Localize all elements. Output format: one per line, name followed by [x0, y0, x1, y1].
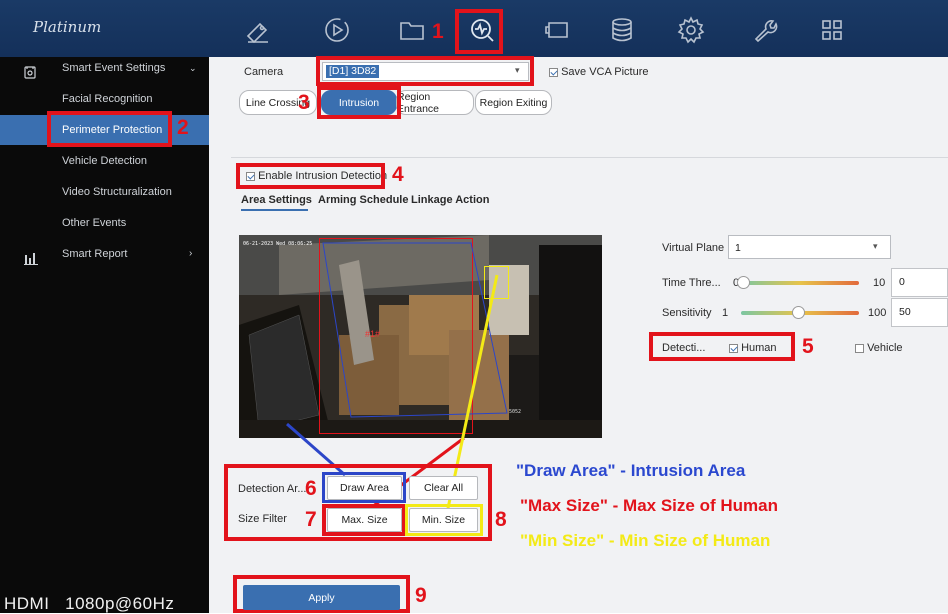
- vehicle-checkbox[interactable]: Vehicle: [855, 342, 903, 354]
- clear-all-button[interactable]: Clear All: [409, 476, 478, 500]
- caption-min-size: "Min Size" - Min Size of Human: [520, 531, 771, 550]
- caption-max-size: "Max Size" - Max Size of Human: [520, 496, 778, 515]
- callout-number-9: 9: [415, 584, 427, 607]
- vehicle-label: Vehicle: [867, 342, 903, 354]
- sensitivity-label: Sensitivity: [662, 307, 712, 319]
- sensitivity-max: 100: [868, 307, 887, 319]
- callout-box-draw-area: [322, 472, 406, 503]
- time-threshold-max: 10: [873, 277, 886, 289]
- callout-number-5: 5: [802, 335, 814, 358]
- checkbox-icon: [855, 343, 864, 353]
- apply-button[interactable]: Apply: [243, 585, 400, 610]
- callout-number-8: 8: [495, 508, 507, 531]
- callout-number-6: 6: [305, 477, 317, 500]
- sensitivity-input[interactable]: 50: [891, 298, 948, 327]
- time-threshold-input[interactable]: 0: [891, 268, 948, 297]
- detection-area-label: Detection Ar...: [238, 483, 307, 495]
- time-threshold-slider-handle[interactable]: [737, 276, 750, 289]
- sensitivity-min: 1: [722, 307, 729, 319]
- caption-draw-area: "Draw Area" - Intrusion Area: [516, 461, 746, 480]
- callout-box-detection-target: [649, 332, 795, 361]
- callout-number-7: 7: [305, 508, 317, 531]
- sensitivity-slider-handle[interactable]: [792, 306, 805, 319]
- time-threshold-slider[interactable]: [741, 281, 859, 285]
- chevron-down-icon: ▾: [873, 241, 878, 251]
- callout-box-max-size: [322, 504, 406, 536]
- time-threshold-label: Time Thre...: [662, 277, 721, 289]
- callout-box-min-size: [405, 504, 483, 536]
- size-filter-label: Size Filter: [238, 513, 287, 525]
- virtual-plane-label: Virtual Plane: [662, 242, 725, 254]
- virtual-plane-value: 1: [735, 242, 741, 254]
- virtual-plane-select[interactable]: 1 ▾: [728, 235, 891, 259]
